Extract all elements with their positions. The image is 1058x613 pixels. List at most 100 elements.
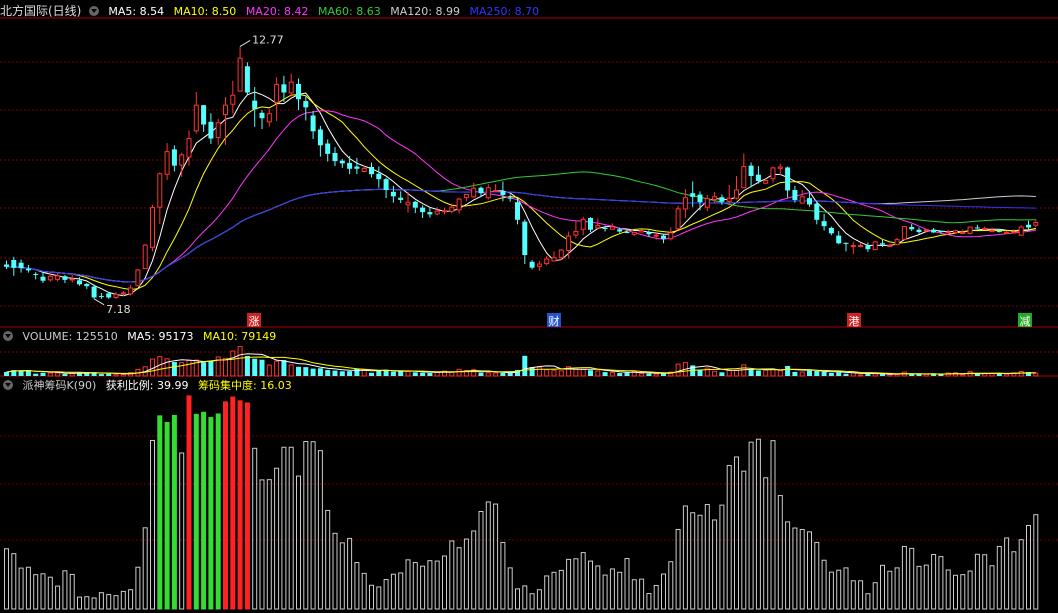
volume-bar <box>887 374 893 377</box>
volume-bar <box>113 374 119 377</box>
candle-body <box>1011 231 1017 234</box>
candle-body <box>11 259 17 268</box>
indicator-bar <box>858 580 864 610</box>
indicator-bar <box>361 572 367 610</box>
candle-up <box>113 292 119 299</box>
candle-down <box>412 200 418 214</box>
candle-body <box>4 264 9 267</box>
candle-body <box>1018 226 1024 236</box>
candle-body <box>201 105 207 125</box>
volume-bar <box>785 365 791 376</box>
indicator-bars <box>4 395 1039 610</box>
indicator-bar <box>369 584 374 610</box>
candle-up <box>682 189 688 219</box>
indicator-bar <box>288 446 294 610</box>
indicator-bar <box>646 593 652 610</box>
indicator-bar <box>850 580 856 610</box>
candle-body <box>434 210 440 215</box>
volume-bar <box>186 359 192 377</box>
candle-body <box>113 293 119 298</box>
candle-up <box>675 205 681 230</box>
event-marker-text: 港 <box>849 315 860 328</box>
volume-bar <box>1033 372 1039 377</box>
indicator-bar <box>113 595 119 610</box>
indicator-legend: 派神筹码K(90) 获利比例: 39.99 筹码集中度: 16.03 <box>0 377 298 395</box>
kline-chart[interactable]: 12.77 7.18 涨 财 港 减 <box>0 0 1058 613</box>
candle-body <box>945 231 951 234</box>
candle-body <box>668 232 674 240</box>
collapse-icon[interactable] <box>88 6 99 16</box>
indicator-bar <box>923 564 929 610</box>
indicator-bar <box>1004 537 1010 610</box>
candle-body <box>164 151 170 175</box>
indicator-bar <box>945 569 951 610</box>
indicator-bar <box>1033 514 1039 610</box>
volume-bar <box>230 350 236 377</box>
volume-bar <box>427 373 433 376</box>
candle-body <box>785 167 791 191</box>
candle-body <box>252 100 258 110</box>
candle-down <box>62 274 68 284</box>
candle-up <box>164 143 170 181</box>
candle-up <box>456 197 462 214</box>
indicator-bar <box>398 572 404 610</box>
candle-body <box>974 227 980 229</box>
candle-body <box>675 208 681 230</box>
candle-down <box>208 113 214 144</box>
collapse-icon[interactable] <box>3 380 13 390</box>
candle-body <box>98 296 104 298</box>
indicator-bar <box>157 415 163 610</box>
volume-bar <box>807 370 812 376</box>
ma10-label: MA10: 8.50 <box>173 5 237 18</box>
candle-down <box>748 162 754 188</box>
indicator-bar <box>215 413 221 610</box>
indicator-bar <box>332 532 338 610</box>
volume-bar <box>390 371 396 376</box>
volume-bar <box>661 373 666 376</box>
ma60-label: MA60: 8.63 <box>318 5 381 18</box>
candle-down <box>828 226 834 236</box>
candle-body <box>551 257 557 262</box>
indicator-bar <box>595 565 601 610</box>
candle-body <box>507 197 513 199</box>
indicator-bar <box>836 569 842 610</box>
candle-body <box>931 229 937 233</box>
indicator-bar <box>551 571 557 610</box>
candle-body <box>639 230 645 233</box>
candle-body <box>602 227 608 229</box>
candle-body <box>47 275 53 281</box>
volume-bar <box>602 372 608 376</box>
candle-body <box>186 138 192 158</box>
indicator-bar <box>405 559 411 610</box>
candle-up <box>266 109 272 127</box>
indicator-bar <box>128 589 134 610</box>
indicator-bar <box>317 450 323 610</box>
volume-bar <box>836 372 842 376</box>
candle-up <box>726 185 732 206</box>
indicator-bar <box>661 573 666 610</box>
volume-bar <box>828 373 834 376</box>
indicator-bar <box>682 505 688 610</box>
candle-body <box>719 197 725 202</box>
indicator-bar <box>274 467 280 610</box>
candle-body <box>631 231 637 235</box>
candle-up <box>193 92 199 134</box>
event-marker-text: 财 <box>549 314 560 328</box>
indicator-bar <box>383 579 389 610</box>
indicator-bar <box>171 414 177 610</box>
indicator-bar <box>755 438 761 610</box>
indicator-bar <box>872 582 878 610</box>
indicator-bar <box>47 576 53 610</box>
candle-body <box>989 230 995 233</box>
candle-body <box>777 166 783 169</box>
indicator-name: 派神筹码K(90) <box>22 379 97 392</box>
indicator-bar <box>69 573 75 610</box>
candle-body <box>566 235 572 252</box>
high-price-label: 12.77 <box>252 33 284 46</box>
volume-bar <box>609 371 615 377</box>
candle-body <box>427 212 433 215</box>
indicator-bar <box>880 564 885 610</box>
candle-body <box>792 190 798 200</box>
collapse-icon[interactable] <box>3 331 13 341</box>
candle-down <box>420 205 426 219</box>
